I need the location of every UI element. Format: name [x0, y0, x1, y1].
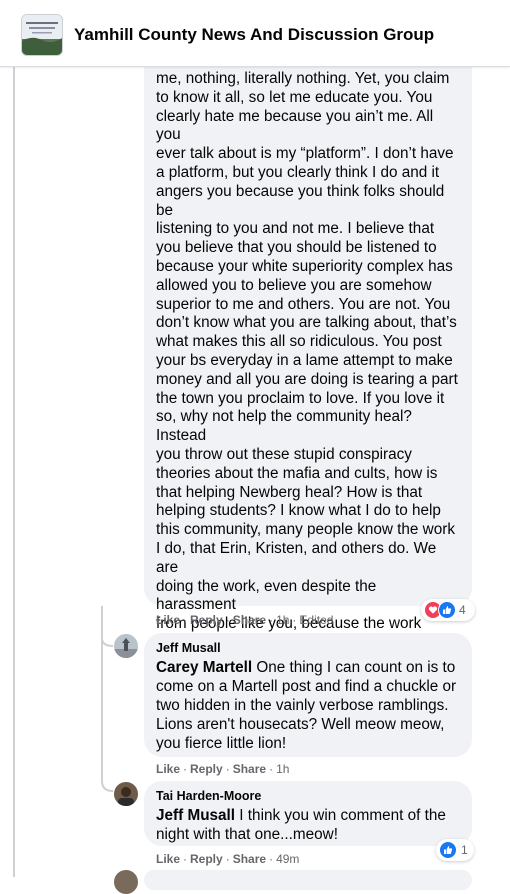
avatar-image	[114, 870, 138, 894]
mention-link[interactable]: Jeff Musall	[156, 807, 235, 824]
share-button[interactable]: Share	[233, 613, 266, 627]
next-reply-bubble	[144, 870, 472, 890]
reply-bubble: Jeff Musall Carey Martell One thing I ca…	[144, 633, 472, 757]
reply-button[interactable]: Reply	[190, 852, 223, 866]
comment-time[interactable]: 49m	[276, 852, 299, 866]
share-button[interactable]: Share	[233, 762, 266, 776]
like-icon	[438, 601, 456, 619]
avatar-image	[114, 634, 138, 658]
like-button[interactable]: Like	[156, 613, 180, 627]
reply-text: Carey Martell One thing I can count on i…	[156, 659, 457, 752]
like-icon	[439, 841, 457, 859]
main-reactions[interactable]: 4	[421, 599, 475, 621]
reaction-count: 1	[461, 843, 468, 857]
main-comment-actions: Like · Reply · Share · 1h · Edited	[156, 613, 334, 627]
group-header: Yamhill County News And Discussion Group	[0, 0, 510, 67]
reply-actions: Like · Reply · Share · 1h	[156, 762, 290, 776]
share-button[interactable]: Share	[233, 852, 266, 866]
reply-text: Jeff Musall I think you win comment of t…	[156, 807, 446, 843]
reply-bubble: Tai Harden-Moore Jeff Musall I think you…	[144, 781, 472, 846]
comment-time[interactable]: 1h	[276, 762, 289, 776]
reply-button[interactable]: Reply	[190, 613, 223, 627]
group-avatar[interactable]	[21, 14, 63, 56]
main-comment-bubble: me, nothing, literally nothing. Yet, you…	[144, 52, 472, 689]
avatar[interactable]	[114, 634, 138, 658]
mention-link[interactable]: Carey Martell	[156, 659, 252, 676]
thread-line	[13, 66, 15, 877]
avatar-image	[114, 782, 138, 806]
like-button[interactable]: Like	[156, 762, 180, 776]
like-button[interactable]: Like	[156, 852, 180, 866]
reply-author[interactable]: Tai Harden-Moore	[156, 789, 460, 803]
main-comment-text: me, nothing, literally nothing. Yet, you…	[156, 70, 458, 689]
reaction-count: 4	[459, 603, 466, 617]
reply-button[interactable]: Reply	[190, 762, 223, 776]
avatar[interactable]	[114, 782, 138, 806]
avatar[interactable]	[114, 870, 138, 894]
edited-label: Edited	[299, 613, 334, 627]
reply-author[interactable]: Jeff Musall	[156, 641, 460, 655]
reply-actions: Like · Reply · Share · 49m	[156, 852, 300, 866]
reply-reactions[interactable]: 1	[436, 839, 474, 861]
group-title[interactable]: Yamhill County News And Discussion Group	[74, 25, 434, 45]
comment-time[interactable]: 1h	[276, 613, 289, 627]
group-avatar-image	[22, 15, 62, 55]
